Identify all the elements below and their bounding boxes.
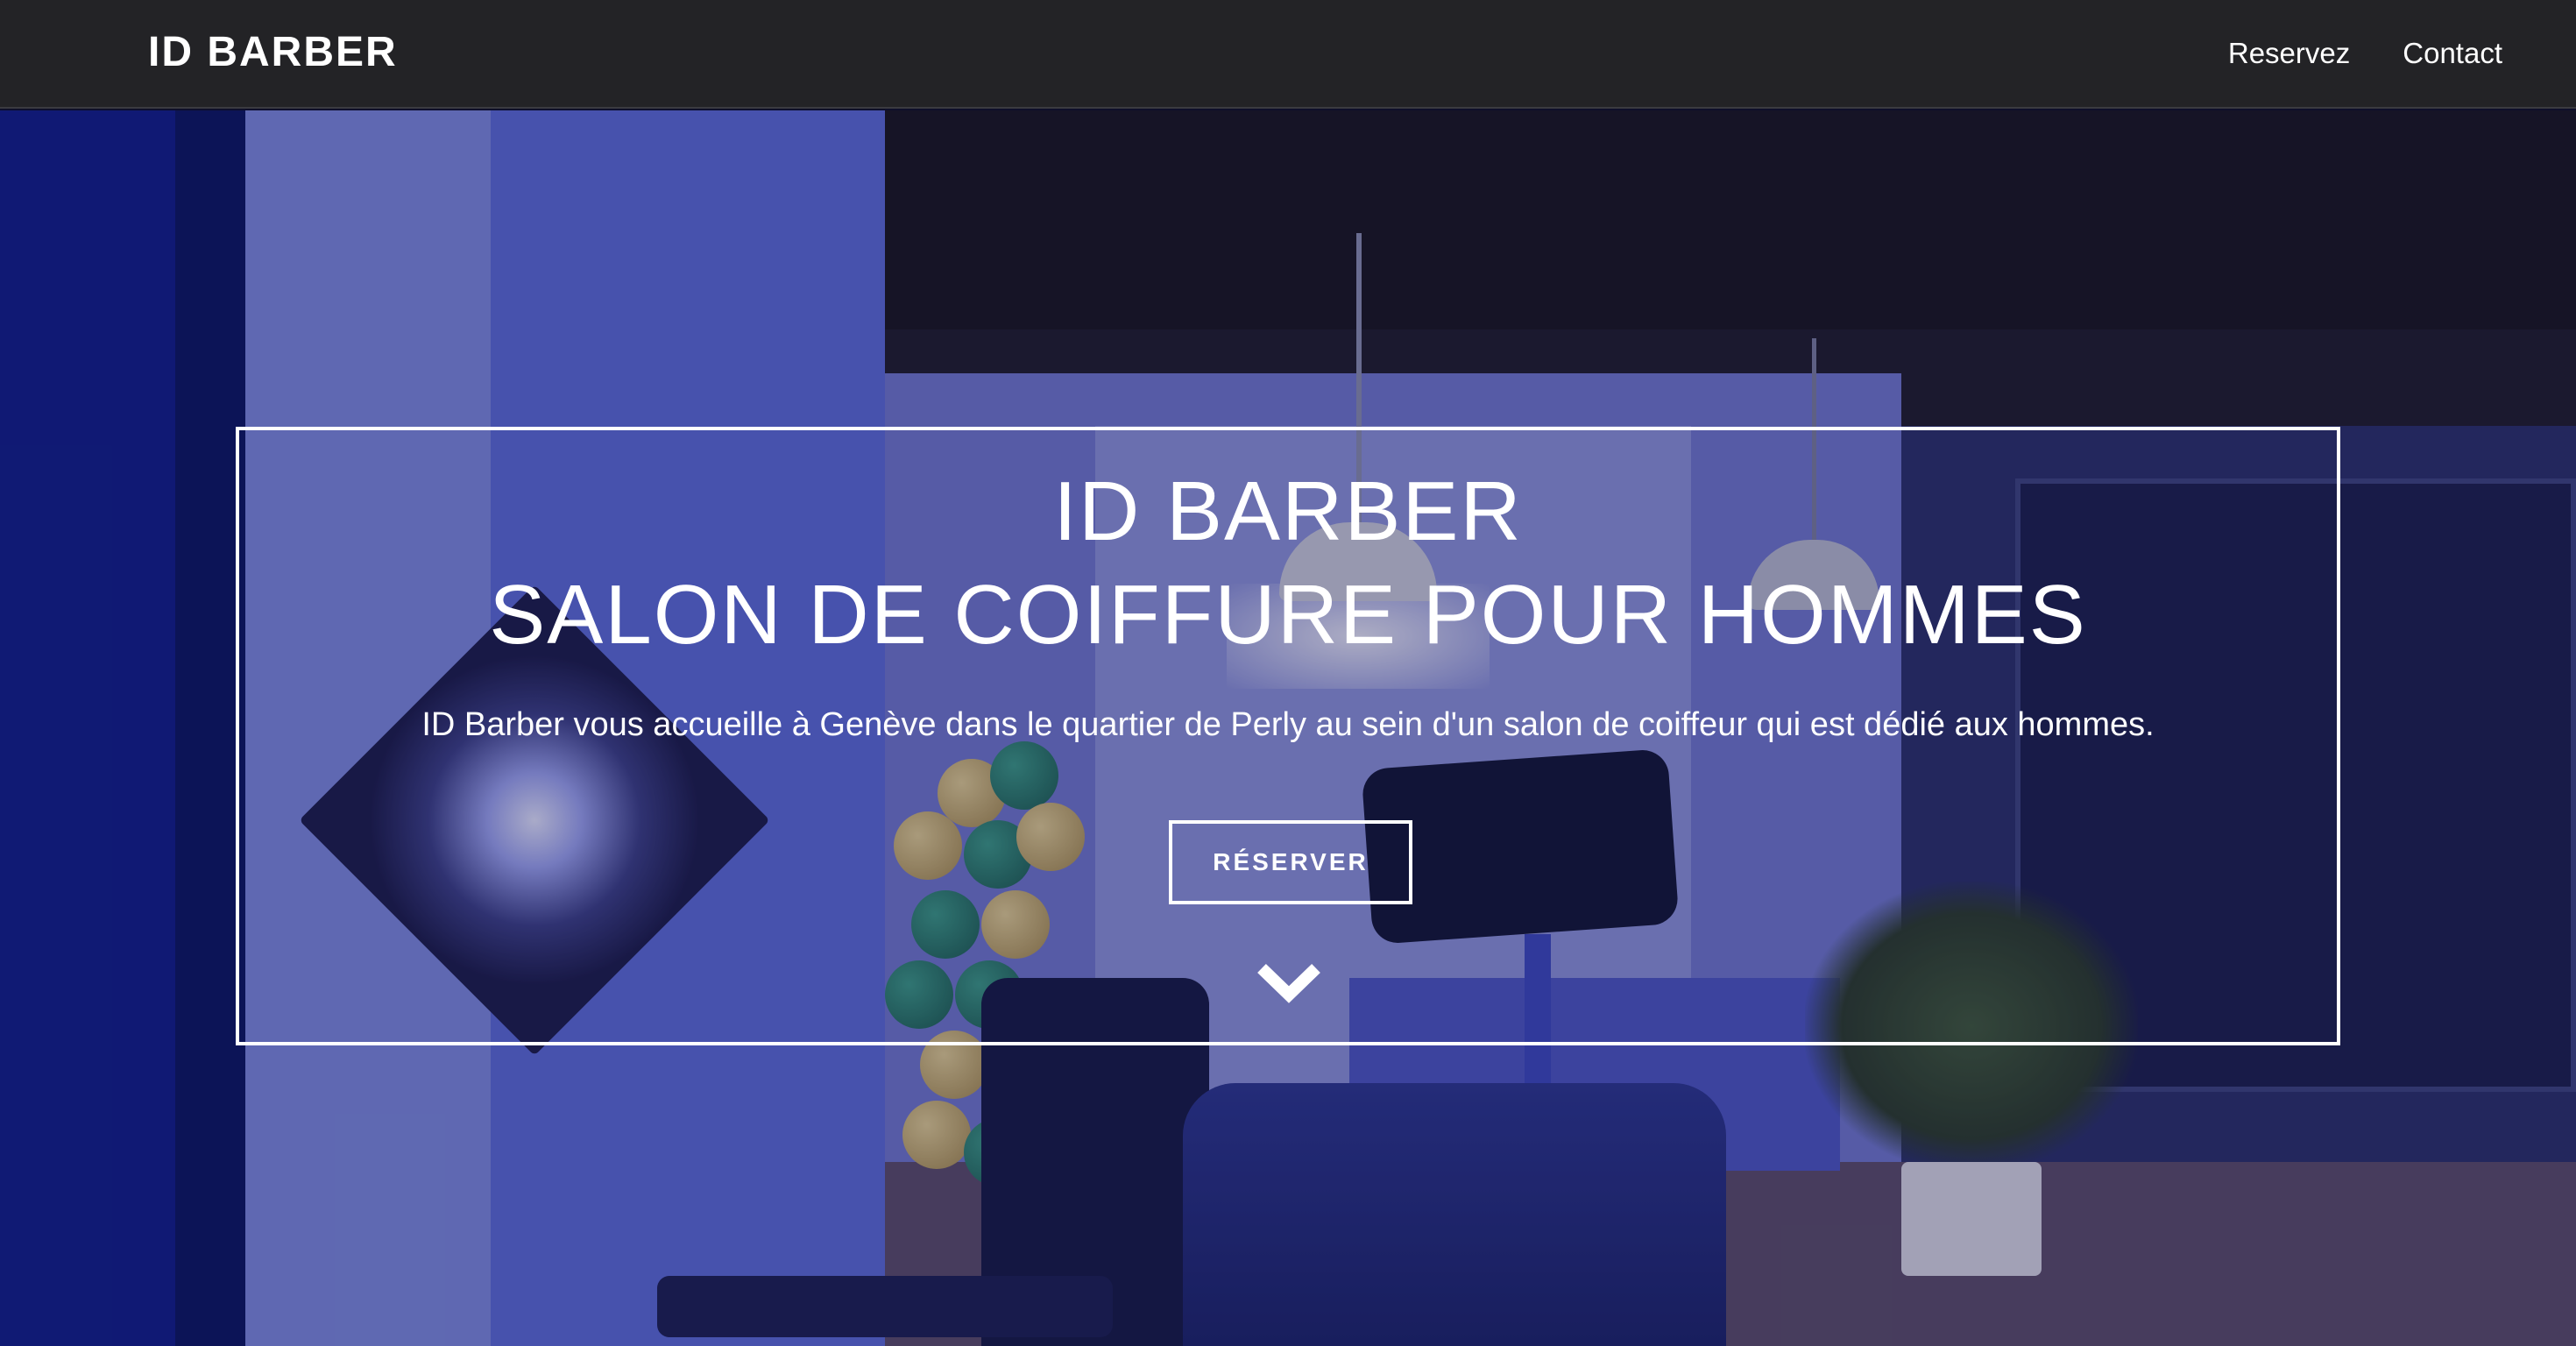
brand-logo-link[interactable]: ID BARBER (148, 26, 398, 79)
hero-description: ID Barber vous accueille à Genève dans l… (421, 706, 2155, 743)
chevron-down-icon[interactable] (1249, 956, 1328, 1009)
nav-link-contact[interactable]: Contact (2403, 32, 2502, 75)
reserve-button[interactable]: RÉSERVER (1169, 820, 1412, 904)
page: ID BARBER Reservez Contact ID BARBER SAL… (0, 0, 2576, 1346)
hero-title: ID BARBER SALON DE COIFFURE POUR HOMMES (239, 460, 2337, 667)
hero-frame: ID BARBER SALON DE COIFFURE POUR HOMMES … (236, 427, 2340, 1045)
nav-link-reservez[interactable]: Reservez (2228, 32, 2350, 75)
nav-links: Reservez Contact (2228, 32, 2502, 75)
navbar: ID BARBER Reservez Contact (0, 0, 2576, 109)
hero-title-line2: SALON DE COIFFURE POUR HOMMES (489, 568, 2087, 662)
hero-title-line1: ID BARBER (1053, 464, 1523, 558)
